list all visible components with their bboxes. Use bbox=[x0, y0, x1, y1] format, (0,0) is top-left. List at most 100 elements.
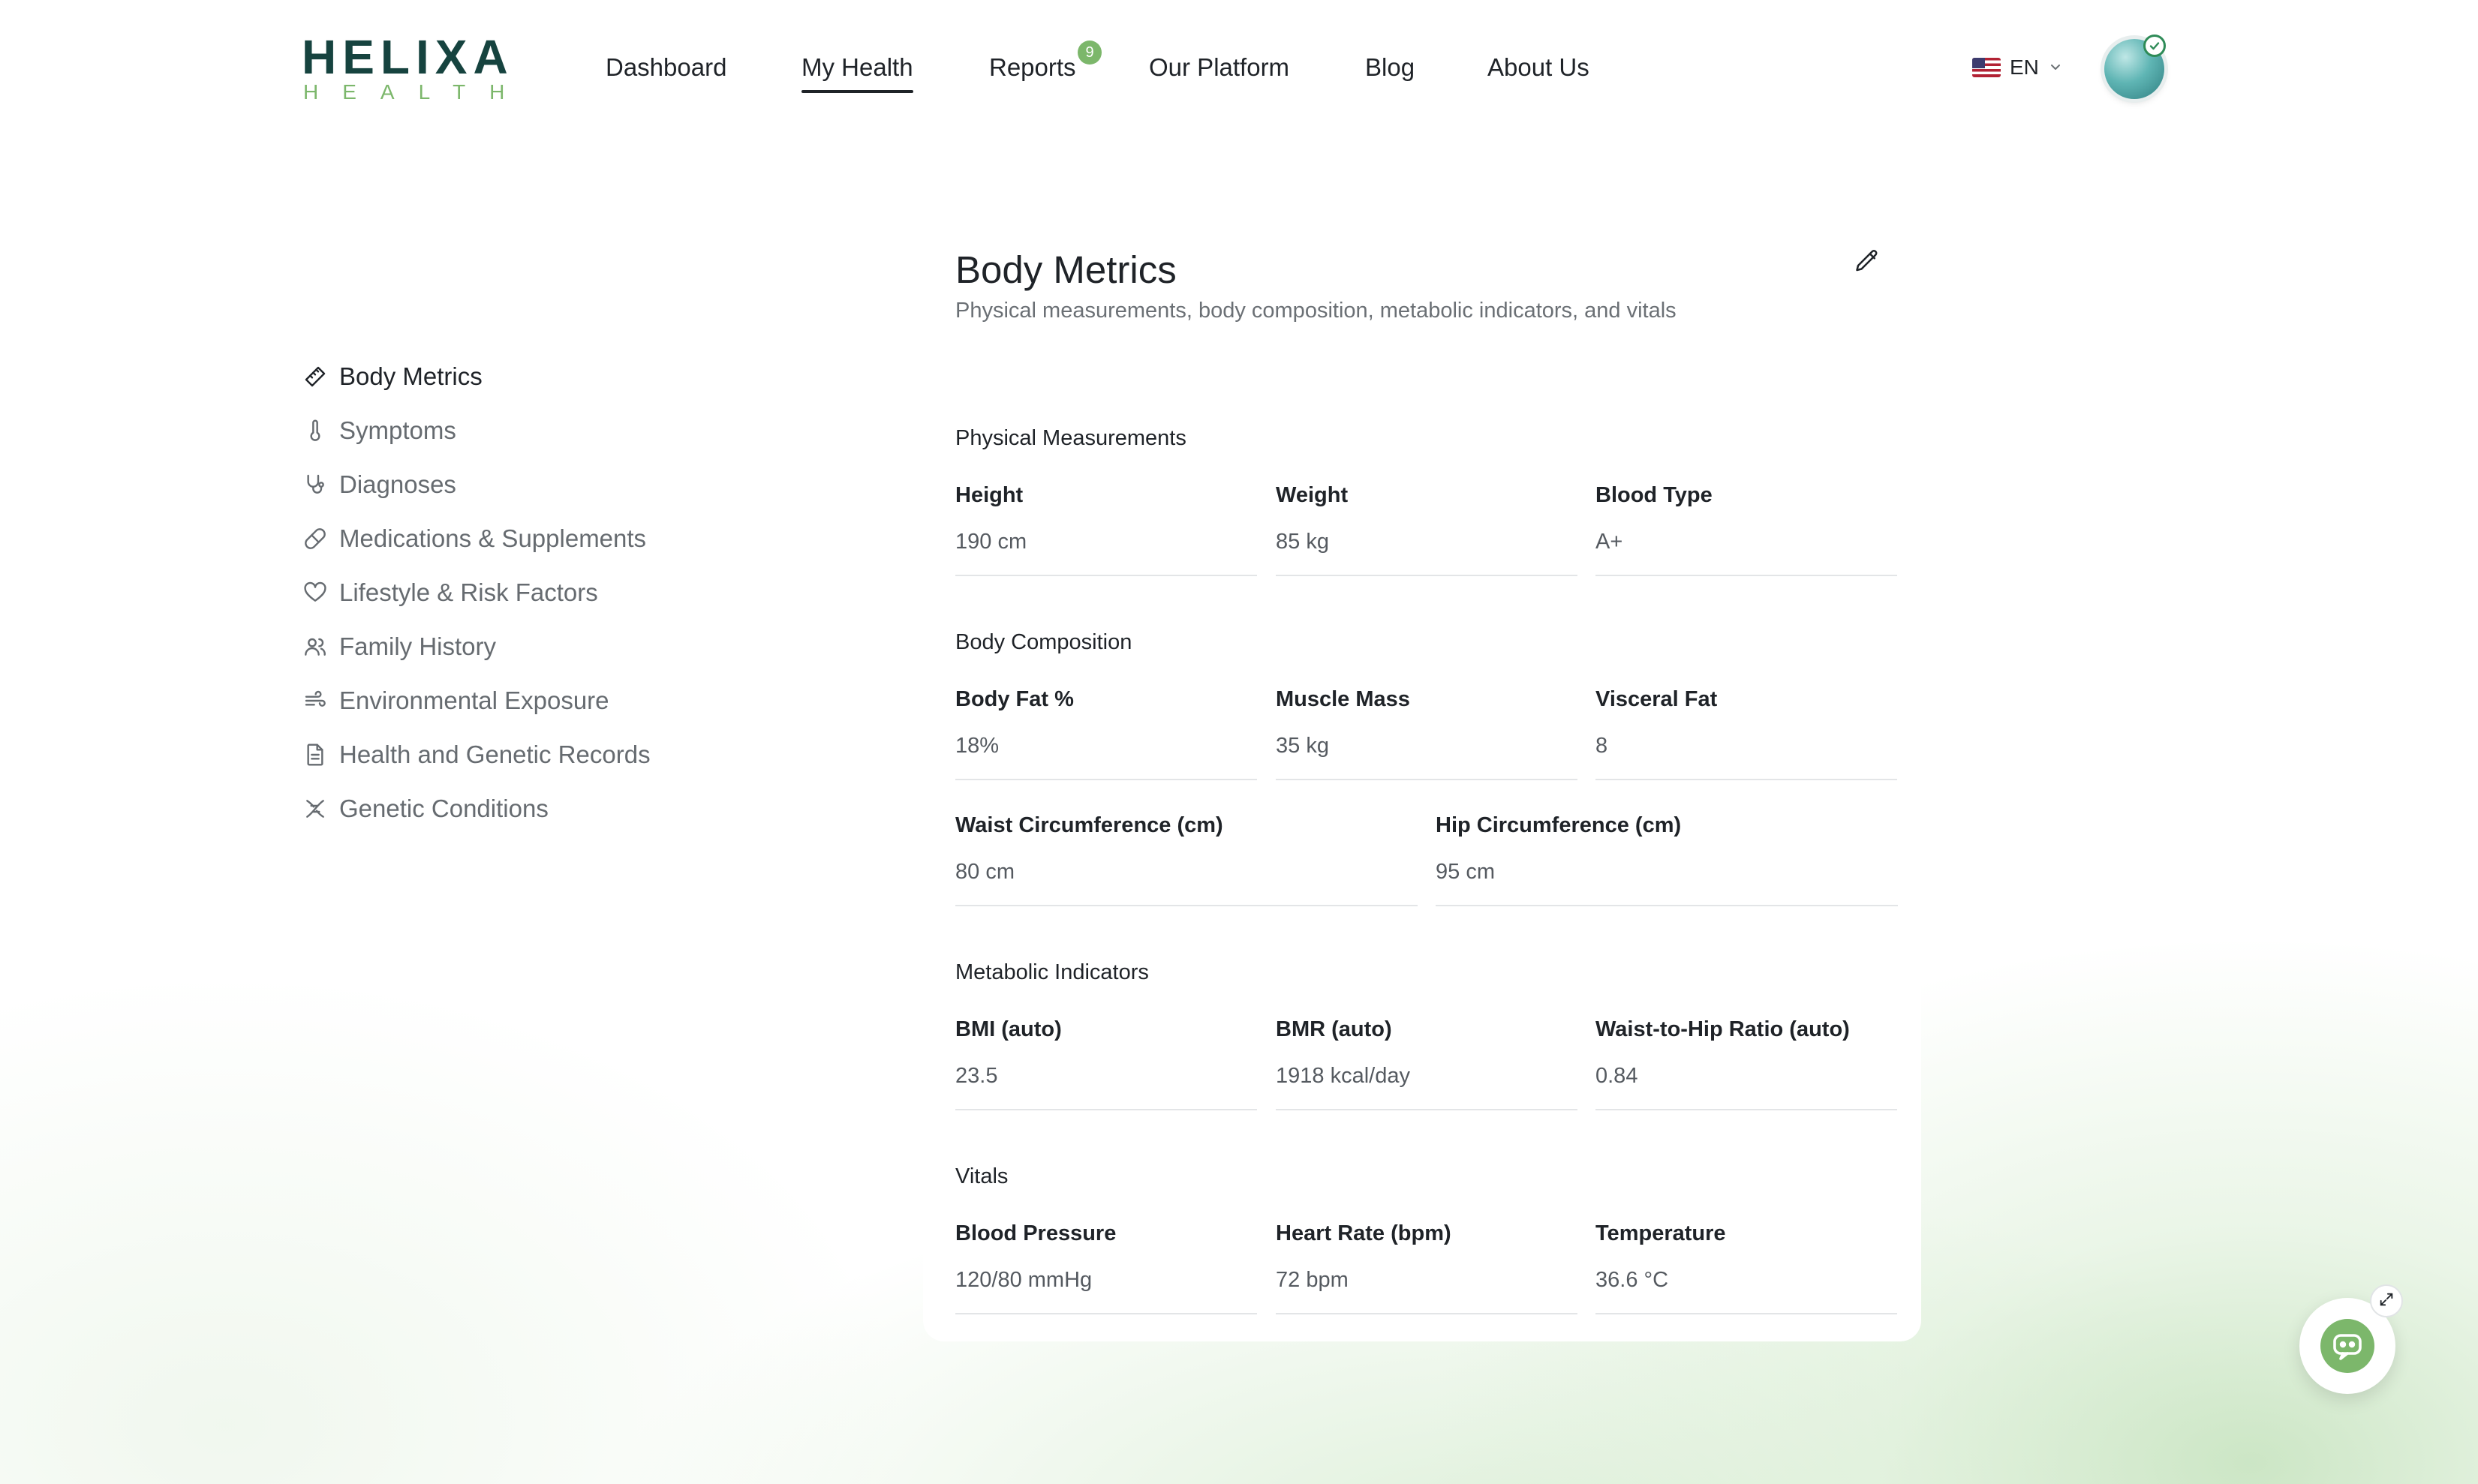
sidebar-item-medications[interactable]: Medications & Supplements bbox=[302, 519, 646, 558]
field-temperature: Temperature 36.6 °C bbox=[1595, 1218, 1897, 1316]
document-icon bbox=[302, 741, 329, 768]
verified-check-icon bbox=[2143, 35, 2166, 57]
sidebar-item-label: Environmental Exposure bbox=[339, 686, 609, 714]
section-title-vitals: Vitals bbox=[955, 1164, 1009, 1188]
field-divider bbox=[955, 1313, 1257, 1314]
sidebar-item-label: Medications & Supplements bbox=[339, 524, 647, 552]
field-blood-type: Blood Type A+ bbox=[1595, 480, 1897, 578]
page-title: Body Metrics bbox=[955, 248, 1177, 291]
edit-button[interactable] bbox=[1848, 243, 1887, 282]
field-height: Height 190 cm bbox=[955, 480, 1257, 578]
field-heart-rate: Heart Rate (bpm) 72 bpm bbox=[1276, 1218, 1577, 1316]
pencil-icon bbox=[1854, 248, 1881, 278]
sidebar-item-genetic-conditions[interactable]: Genetic Conditions bbox=[302, 789, 549, 828]
thermometer-icon bbox=[302, 417, 329, 444]
field-divider bbox=[955, 1109, 1257, 1110]
field-divider bbox=[955, 779, 1257, 780]
field-label: Temperature bbox=[1595, 1221, 1726, 1245]
field-divider bbox=[1595, 1313, 1897, 1314]
heart-icon bbox=[302, 579, 329, 606]
nav-our-platform[interactable]: Our Platform bbox=[1149, 47, 1289, 89]
field-label: Blood Pressure bbox=[955, 1221, 1117, 1245]
page-subtitle: Physical measurements, body composition,… bbox=[955, 299, 1677, 323]
field-label: Waist-to-Hip Ratio (auto) bbox=[1595, 1017, 1850, 1041]
language-code: EN bbox=[2010, 56, 2039, 79]
field-divider bbox=[1276, 1109, 1577, 1110]
field-value: 0.84 bbox=[1595, 1064, 1638, 1088]
sidebar-item-label: Genetic Conditions bbox=[339, 795, 549, 822]
sidebar-item-body-metrics[interactable]: Body Metrics bbox=[302, 357, 483, 396]
nav-reports[interactable]: Reports bbox=[989, 47, 1076, 89]
field-value: 120/80 mmHg bbox=[955, 1268, 1093, 1292]
dna-icon bbox=[302, 795, 329, 822]
nav-about-us[interactable]: About Us bbox=[1487, 47, 1589, 89]
chevron-down-icon bbox=[2048, 56, 2063, 80]
field-label: Weight bbox=[1276, 483, 1349, 507]
sidebar-item-label: Body Metrics bbox=[339, 362, 483, 390]
field-hip-circumference: Hip Circumference (cm) 95 cm bbox=[1436, 810, 1898, 908]
top-header: HELIXA HEALTH Dashboard My Health Report… bbox=[0, 0, 2478, 135]
ruler-icon bbox=[302, 363, 329, 390]
sidebar-item-label: Health and Genetic Records bbox=[339, 740, 651, 768]
field-value: 18% bbox=[955, 734, 1000, 758]
section-title-metabolic: Metabolic Indicators bbox=[955, 960, 1149, 984]
field-waist-hip-ratio: Waist-to-Hip Ratio (auto) 0.84 bbox=[1595, 1014, 1897, 1112]
field-label: BMI (auto) bbox=[955, 1017, 1062, 1041]
field-bmi: BMI (auto) 23.5 bbox=[955, 1014, 1257, 1112]
field-label: Hip Circumference (cm) bbox=[1436, 813, 1682, 837]
language-selector[interactable]: EN bbox=[1972, 50, 2063, 86]
field-divider bbox=[1595, 575, 1897, 576]
expand-icon bbox=[2378, 1291, 2395, 1311]
field-value: 36.6 °C bbox=[1595, 1268, 1669, 1292]
field-value: 95 cm bbox=[1436, 860, 1495, 884]
sidebar-item-lifestyle[interactable]: Lifestyle & Risk Factors bbox=[302, 573, 598, 612]
section-title-physical: Physical Measurements bbox=[955, 426, 1186, 450]
section-title-composition: Body Composition bbox=[955, 630, 1132, 654]
field-divider bbox=[1595, 779, 1897, 780]
field-divider bbox=[955, 905, 1418, 906]
pill-icon bbox=[302, 525, 329, 552]
sidebar-item-label: Diagnoses bbox=[339, 470, 456, 498]
field-value: 80 cm bbox=[955, 860, 1015, 884]
sidebar-item-environmental[interactable]: Environmental Exposure bbox=[302, 681, 609, 720]
sidebar-item-label: Lifestyle & Risk Factors bbox=[339, 578, 598, 606]
nav-blog[interactable]: Blog bbox=[1365, 47, 1415, 89]
field-label: Height bbox=[955, 483, 1024, 507]
nav-dashboard[interactable]: Dashboard bbox=[606, 47, 726, 89]
field-waist-circumference: Waist Circumference (cm) 80 cm bbox=[955, 810, 1418, 908]
field-label: Waist Circumference (cm) bbox=[955, 813, 1223, 837]
field-divider bbox=[955, 575, 1257, 576]
field-divider bbox=[1436, 905, 1898, 906]
field-bmr: BMR (auto) 1918 kcal/day bbox=[1276, 1014, 1577, 1112]
field-divider bbox=[1276, 1313, 1577, 1314]
chat-expand-button[interactable] bbox=[2370, 1284, 2403, 1317]
field-label: Muscle Mass bbox=[1276, 687, 1410, 711]
sidebar-item-diagnoses[interactable]: Diagnoses bbox=[302, 465, 456, 504]
field-value: 1918 kcal/day bbox=[1276, 1064, 1410, 1088]
field-value: 23.5 bbox=[955, 1064, 998, 1088]
field-label: Blood Type bbox=[1595, 483, 1713, 507]
field-value: 72 bpm bbox=[1276, 1268, 1349, 1292]
field-value: A+ bbox=[1595, 530, 1623, 554]
wind-icon bbox=[302, 687, 329, 714]
field-label: Heart Rate (bpm) bbox=[1276, 1221, 1451, 1245]
field-divider bbox=[1276, 779, 1577, 780]
field-body-fat: Body Fat % 18% bbox=[955, 684, 1257, 782]
sidebar-item-symptoms[interactable]: Symptoms bbox=[302, 411, 456, 450]
stethoscope-icon bbox=[302, 471, 329, 498]
body-metrics-card: Body Metrics Physical measurements, body… bbox=[923, 222, 1921, 1341]
field-value: 8 bbox=[1595, 734, 1608, 758]
users-icon bbox=[302, 633, 329, 660]
sidebar-item-label: Family History bbox=[339, 632, 497, 660]
chatbot-icon bbox=[2320, 1319, 2374, 1373]
field-value: 190 cm bbox=[955, 530, 1027, 554]
sidebar-item-family-history[interactable]: Family History bbox=[302, 627, 496, 666]
field-visceral-fat: Visceral Fat 8 bbox=[1595, 684, 1897, 782]
nav-my-health[interactable]: My Health bbox=[801, 47, 913, 93]
field-blood-pressure: Blood Pressure 120/80 mmHg bbox=[955, 1218, 1257, 1316]
field-value: 85 kg bbox=[1276, 530, 1329, 554]
field-muscle-mass: Muscle Mass 35 kg bbox=[1276, 684, 1577, 782]
reports-count-badge: 9 bbox=[1078, 41, 1102, 65]
sidebar-item-records[interactable]: Health and Genetic Records bbox=[302, 735, 651, 774]
field-divider bbox=[1276, 575, 1577, 576]
